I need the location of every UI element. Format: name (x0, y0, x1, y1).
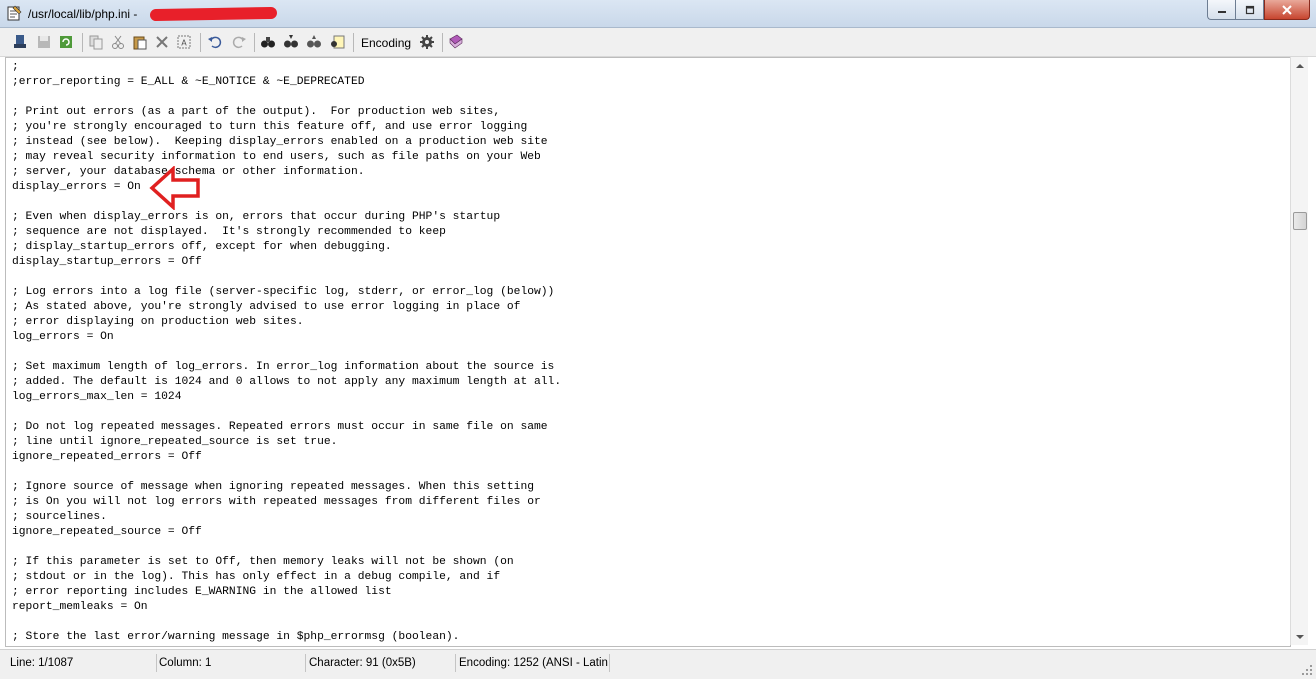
toolbar: A Encoding (0, 28, 1316, 57)
code-line: ; instead (see below). Keeping display_e… (12, 136, 548, 148)
status-column: Column: 1 (155, 654, 306, 672)
toolbar-separator (353, 33, 354, 52)
code-line: ; As stated above, you're strongly advis… (12, 301, 521, 313)
close-icon (1282, 4, 1292, 15)
minimize-button[interactable] (1207, 0, 1235, 20)
code-line: report_memleaks = On (12, 601, 148, 613)
maximize-button[interactable] (1235, 0, 1264, 20)
window-title: /usr/local/lib/php.ini - (28, 7, 138, 21)
scrollbar-thumb[interactable] (1293, 212, 1307, 230)
scroll-up-button[interactable] (1291, 57, 1308, 74)
redaction-mark (149, 6, 278, 22)
scroll-down-button[interactable] (1291, 628, 1308, 645)
find-next-icon[interactable] (282, 33, 300, 51)
code-line: ; If this parameter is set to Off, then … (12, 556, 514, 568)
code-line: ; Set maximum length of log_errors. In e… (12, 361, 555, 373)
status-line: Line: 1/1087 (6, 654, 157, 672)
toolbar-separator (200, 33, 201, 52)
maximize-icon (1245, 5, 1254, 14)
save-icon[interactable] (35, 33, 53, 51)
code-line: ; Do not log repeated messages. Repeated… (12, 421, 548, 433)
code-line: display_startup_errors = Off (12, 256, 202, 268)
code-line: ; Ignore source of message when ignoring… (12, 481, 535, 493)
paste-icon[interactable] (131, 33, 149, 51)
code-line: log_errors = On (12, 331, 114, 343)
toolbar-separator (442, 33, 443, 52)
code-line: ignore_repeated_source = Off (12, 526, 202, 538)
code-line: ; Print out errors (as a part of the out… (12, 106, 501, 118)
code-line: ; (12, 61, 19, 73)
window-controls (1207, 0, 1310, 20)
find-previous-icon[interactable] (305, 33, 323, 51)
code-line: ; line until ignore_repeated_source is s… (12, 436, 338, 448)
code-line: ; error reporting includes E_WARNING in … (12, 586, 392, 598)
text-editor[interactable]: ; ;error_reporting = E_ALL & ~E_NOTICE & … (5, 57, 1291, 647)
select-all-icon[interactable]: A (175, 33, 193, 51)
code-line: ; stdout or in the log). This has only e… (12, 571, 501, 583)
scroll-down-icon (1295, 634, 1304, 639)
code-line: ; error displaying on production web sit… (12, 316, 304, 328)
status-bar: Line: 1/1087 Column: 1 Character: 91 (0x… (0, 649, 1316, 679)
code-line: ignore_repeated_errors = Off (12, 451, 202, 463)
code-content: ; ;error_reporting = E_ALL & ~E_NOTICE & … (12, 60, 561, 645)
close-button[interactable] (1264, 0, 1310, 20)
code-line: ;error_reporting = E_ALL & ~E_NOTICE & ~… (12, 76, 365, 88)
code-line: ; is On you will not log errors with rep… (12, 496, 541, 508)
copy-icon[interactable] (87, 33, 105, 51)
code-line: ; Log errors into a log file (server-spe… (12, 286, 555, 298)
reload-icon[interactable] (57, 33, 75, 51)
code-line: ; sourcelines. (12, 511, 107, 523)
minimize-icon (1217, 10, 1226, 13)
replace-icon[interactable] (329, 33, 347, 51)
code-line: ; may reveal security information to end… (12, 151, 541, 163)
notepad-icon[interactable] (6, 5, 22, 21)
new-document-icon[interactable] (11, 33, 29, 51)
code-line: ; you're strongly encouraged to turn thi… (12, 121, 528, 133)
code-line: ; added. The default is 1024 and 0 allow… (12, 376, 562, 388)
title-bar: /usr/local/lib/php.ini - (0, 0, 1316, 28)
vertical-scrollbar[interactable] (1290, 57, 1308, 645)
resize-grip-icon[interactable] (1301, 664, 1313, 676)
code-line: display_errors = On (12, 181, 141, 193)
svg-text:A: A (181, 39, 187, 48)
code-line: ; display_startup_errors off, except for… (12, 241, 392, 253)
toolbar-separator (82, 33, 83, 52)
undo-icon[interactable] (206, 33, 224, 51)
encoding-gear-icon[interactable] (418, 33, 436, 51)
code-line: ; Even when display_errors is on, errors… (12, 211, 501, 223)
redo-icon[interactable] (230, 33, 248, 51)
code-line: ; Store the last error/warning message i… (12, 631, 460, 643)
find-icon[interactable] (259, 33, 277, 51)
code-line: ; sequence are not displayed. It's stron… (12, 226, 446, 238)
red-arrow-icon (149, 166, 200, 210)
scroll-up-icon (1295, 63, 1304, 68)
status-character: Character: 91 (0x5B) (305, 654, 456, 672)
toolbar-separator (254, 33, 255, 52)
encoding-menu[interactable]: Encoding (361, 36, 411, 50)
status-encoding: Encoding: 1252 (ANSI - Latin (455, 654, 610, 672)
cut-icon[interactable] (109, 33, 127, 51)
code-line: ; server, your database schema or other … (12, 166, 365, 178)
code-line: log_errors_max_len = 1024 (12, 391, 182, 403)
book-icon[interactable] (447, 33, 465, 51)
delete-icon[interactable] (153, 33, 171, 51)
